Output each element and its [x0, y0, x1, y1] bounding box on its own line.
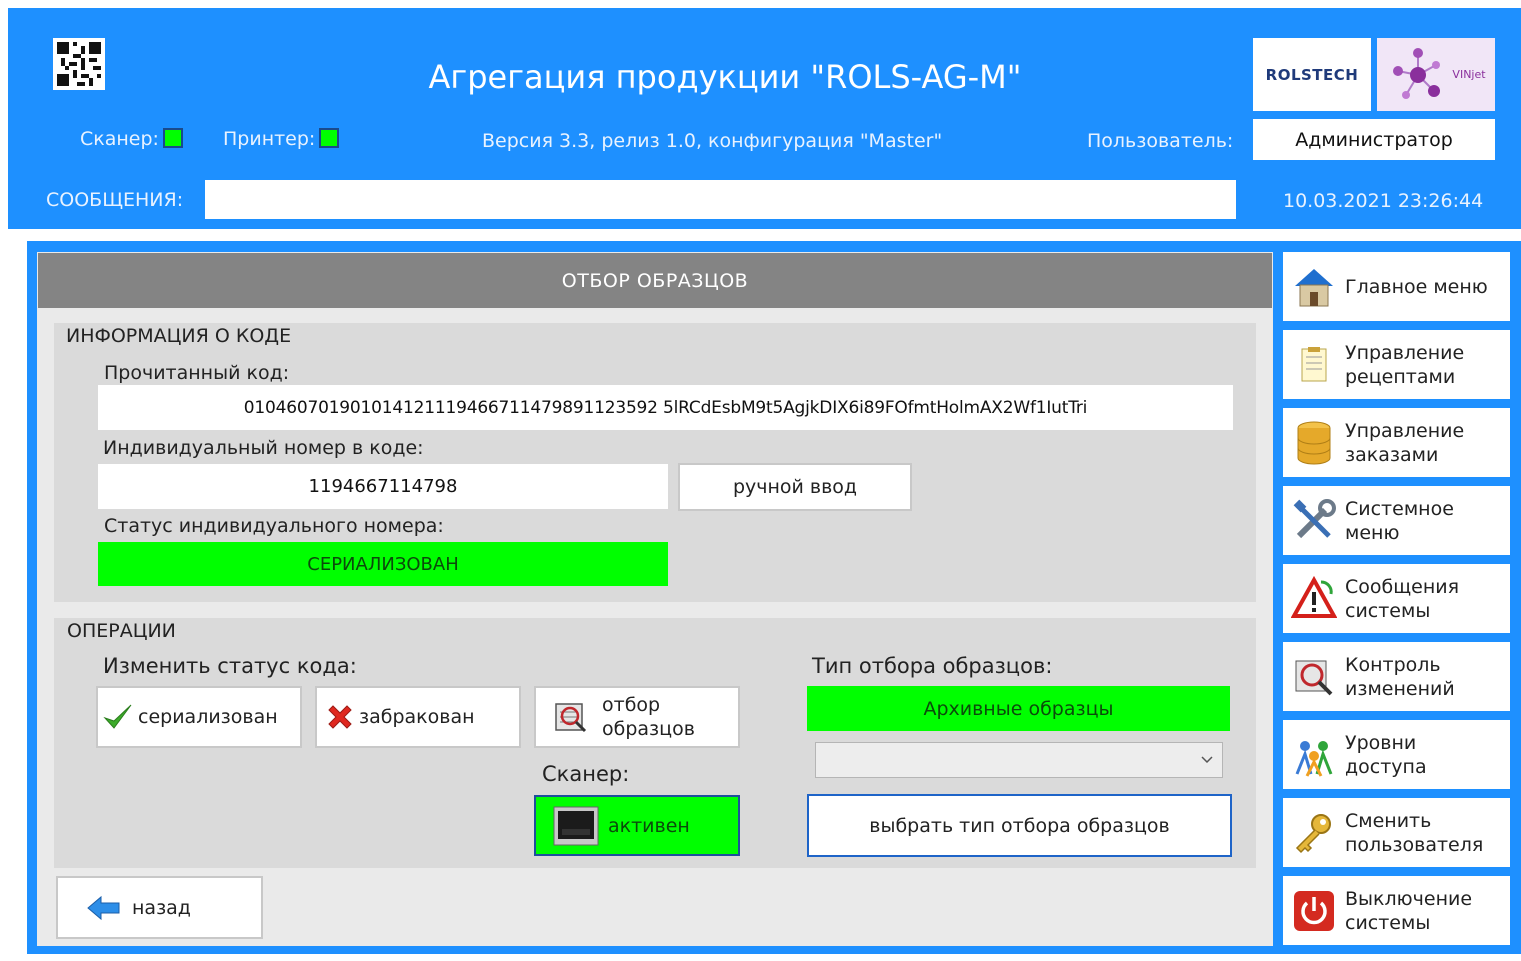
sampling-label: отбор образцов — [602, 694, 695, 740]
read-code-field: 010460701901014121119466711479891123592 … — [98, 385, 1233, 430]
version-text: Версия 3.3, релиз 1.0, конфигурация "Mas… — [482, 130, 943, 152]
messages-label: СООБЩЕНИЯ: — [46, 189, 184, 211]
side-label: Главное меню — [1345, 275, 1488, 298]
status-badge: СЕРИАЛИЗОВАН — [98, 542, 668, 586]
rejected-button[interactable]: забракован — [315, 686, 521, 748]
messages-field — [205, 180, 1236, 219]
recipes-button[interactable]: Управление рецептами — [1283, 330, 1510, 399]
printer-label: Принтер: — [223, 128, 316, 150]
audit-icon — [1291, 654, 1337, 700]
scanner-device-icon — [553, 806, 599, 845]
power-icon — [1291, 888, 1337, 934]
page-title: ОТБОР ОБРАЗЦОВ — [38, 253, 1272, 308]
serialized-button[interactable]: сериализован — [96, 686, 302, 748]
scanner-label: Сканер: — [80, 128, 159, 150]
back-label: назад — [132, 896, 191, 919]
scanner-status: Сканер: — [80, 128, 183, 150]
system-messages-button[interactable]: Сообщения системы — [1283, 564, 1510, 633]
operations-title: ОПЕРАЦИИ — [67, 620, 176, 642]
database-icon — [1291, 420, 1337, 466]
orders-button[interactable]: Управление заказами — [1283, 408, 1510, 477]
molecule-icon — [1393, 47, 1441, 99]
scanner-indicator — [162, 128, 183, 148]
sampling-button[interactable]: отбор образцов — [534, 686, 740, 748]
qr-code-icon — [53, 38, 105, 90]
datetime-display: 10.03.2021 23:26:44 — [1283, 190, 1484, 212]
tools-icon — [1291, 498, 1337, 544]
sample-type-label: Тип отбора образцов: — [812, 654, 1053, 678]
user-label: Пользователь: — [1087, 130, 1234, 152]
user-field: Администратор — [1253, 119, 1495, 160]
back-button[interactable]: назад — [56, 876, 263, 939]
red-x-icon — [328, 705, 352, 729]
choose-sample-type-button[interactable]: выбрать тип отбора образцов — [807, 794, 1232, 857]
vinjet-logo-text: VINjet — [1452, 68, 1486, 81]
serial-label: Индивидуальный номер в коде: — [103, 437, 424, 459]
serial-field: 1194667114798 — [98, 464, 668, 509]
users-icon — [1291, 732, 1337, 778]
side-label: Контроль изменений — [1345, 653, 1455, 700]
status-label: Статус индивидуального номера: — [104, 515, 444, 537]
change-control-button[interactable]: Контроль изменений — [1283, 642, 1510, 711]
system-menu-button[interactable]: Системное меню — [1283, 486, 1510, 555]
side-label: Сменить пользователя — [1345, 809, 1484, 856]
printer-status: Принтер: — [223, 128, 340, 150]
rolstech-logo-text: ROLSTECH — [1265, 65, 1359, 84]
checkmark-icon — [103, 704, 132, 729]
read-code-label: Прочитанный код: — [104, 362, 290, 384]
sample-type-dropdown[interactable] — [815, 742, 1223, 778]
printer-indicator — [319, 128, 340, 148]
choose-sample-type-label: выбрать тип отбора образцов — [869, 814, 1170, 837]
side-label: Уровни доступа — [1345, 731, 1427, 778]
side-label: Выключение системы — [1345, 887, 1473, 934]
rolstech-logo: ROLSTECH — [1253, 38, 1371, 111]
manual-input-button[interactable]: ручной ввод — [678, 463, 912, 511]
switch-user-button[interactable]: Сменить пользователя — [1283, 798, 1510, 867]
warning-icon — [1291, 575, 1337, 622]
vinjet-logo: VINjet — [1377, 38, 1495, 111]
side-label: Системное меню — [1345, 497, 1454, 544]
chevron-down-icon — [1201, 756, 1213, 764]
rejected-label: забракован — [359, 706, 475, 728]
arrow-left-icon — [87, 895, 120, 920]
sample-type-value: Архивные образцы — [807, 686, 1230, 731]
home-icon — [1291, 264, 1337, 310]
scanner-section-label: Сканер: — [542, 762, 630, 786]
code-info-title: ИНФОРМАЦИЯ О КОДЕ — [66, 325, 292, 347]
app-title: Агрегация продукции "ROLS-AG-M" — [428, 58, 1022, 96]
scanner-active-button[interactable]: активен — [534, 795, 740, 856]
side-label: Управление заказами — [1345, 419, 1465, 466]
side-label: Управление рецептами — [1345, 341, 1465, 388]
recipe-icon — [1291, 342, 1337, 388]
sampling-icon — [555, 703, 587, 733]
access-levels-button[interactable]: Уровни доступа — [1283, 720, 1510, 789]
key-icon — [1291, 810, 1337, 856]
serialized-label: сериализован — [138, 706, 278, 728]
change-status-label: Изменить статус кода: — [103, 654, 357, 678]
side-label: Сообщения системы — [1345, 575, 1460, 622]
shutdown-button[interactable]: Выключение системы — [1283, 876, 1510, 945]
manual-input-label: ручной ввод — [732, 476, 858, 498]
scanner-active-label: активен — [608, 814, 690, 837]
main-menu-button[interactable]: Главное меню — [1283, 252, 1510, 321]
